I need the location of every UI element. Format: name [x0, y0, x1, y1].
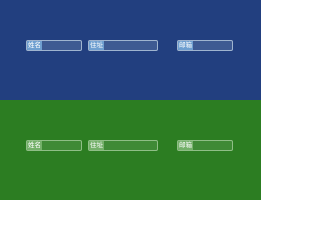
address-input[interactable] — [104, 141, 157, 150]
email-field[interactable]: 邮箱 — [177, 40, 233, 51]
email-field[interactable]: 邮箱 — [177, 140, 233, 151]
top-form-panel: 姓名 住址 邮箱 — [0, 0, 261, 100]
address-input[interactable] — [104, 41, 157, 50]
address-field[interactable]: 住址 — [88, 40, 158, 51]
name-field-label: 姓名 — [27, 141, 42, 150]
name-field[interactable]: 姓名 — [26, 40, 82, 51]
address-field-label: 住址 — [89, 141, 104, 150]
name-field-label: 姓名 — [27, 41, 42, 50]
email-field-label: 邮箱 — [178, 141, 193, 150]
email-field-label: 邮箱 — [178, 41, 193, 50]
address-field-label: 住址 — [89, 41, 104, 50]
name-input[interactable] — [42, 141, 81, 150]
email-input[interactable] — [193, 141, 232, 150]
name-input[interactable] — [42, 41, 81, 50]
address-field[interactable]: 住址 — [88, 140, 158, 151]
name-field[interactable]: 姓名 — [26, 140, 82, 151]
bottom-form-panel: 姓名 住址 邮箱 — [0, 100, 261, 200]
email-input[interactable] — [193, 41, 232, 50]
